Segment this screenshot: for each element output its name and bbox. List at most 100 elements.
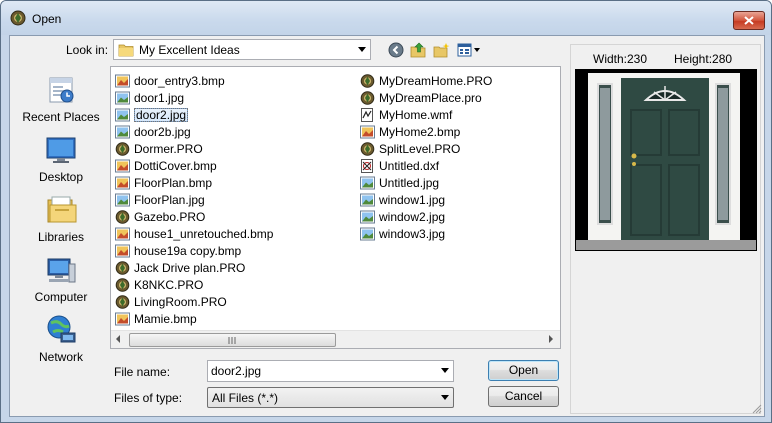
close-icon [744, 16, 754, 25]
jpg-file-icon [115, 91, 130, 105]
file-item[interactable]: Untitled.dxf [358, 158, 492, 175]
jpg-file-icon [360, 227, 375, 241]
close-button[interactable] [733, 11, 765, 30]
look-in-dropdown[interactable]: My Excellent Ideas [113, 39, 371, 60]
place-label: Desktop [38, 170, 84, 184]
app-icon [10, 10, 26, 26]
place-label: Libraries [37, 230, 85, 244]
file-item[interactable]: FloorPlan.jpg [113, 192, 273, 209]
horizontal-scrollbar[interactable] [111, 330, 560, 348]
pro-file-icon [115, 278, 130, 292]
window-title: Open [32, 12, 62, 26]
file-name: window1.jpg [379, 193, 446, 207]
file-name: MyHome.wmf [379, 108, 453, 122]
file-name: MyDreamHome.PRO [379, 74, 493, 88]
file-name: window3.jpg [379, 227, 446, 241]
scroll-right-icon[interactable] [549, 335, 553, 343]
file-item[interactable]: SplitLevel.PRO [358, 141, 492, 158]
file-item[interactable]: K8NKC.PRO [113, 277, 273, 294]
file-name: K8NKC.PRO [134, 278, 204, 292]
new-folder-icon [433, 42, 449, 57]
file-item[interactable]: Untitled.jpg [358, 175, 492, 192]
place-computer[interactable]: Computer [13, 252, 109, 308]
bmp-file-icon [115, 227, 130, 241]
scroll-left-icon[interactable] [116, 335, 120, 343]
file-name: Jack Drive plan.PRO [134, 261, 246, 275]
grip-icon [228, 336, 236, 344]
file-list[interactable]: door_entry3.bmp door1.jpg door2.jpg door2b.… [110, 66, 561, 349]
preview-height: Height:280 [674, 52, 733, 66]
file-name: MyDreamPlace.pro [379, 91, 482, 105]
file-name: Gazebo.PRO [134, 210, 206, 224]
title-bar[interactable]: Open [1, 1, 771, 35]
place-network[interactable]: Network [13, 312, 109, 368]
chevron-down-icon[interactable] [441, 395, 449, 400]
file-name: FloorPlan.jpg [134, 193, 205, 207]
file-name: Mamie.bmp [134, 312, 197, 326]
file-item[interactable]: Gazebo.PRO [113, 209, 273, 226]
file-item[interactable]: door1.jpg [113, 90, 273, 107]
dialog-body: Look in: My Excellent Ideas Recent Place… [9, 35, 765, 417]
file-type-label: Files of type: [114, 391, 183, 405]
pro-file-icon [115, 261, 130, 275]
file-name: window2.jpg [379, 210, 446, 224]
file-name: Dormer.PRO [134, 142, 203, 156]
file-item[interactable]: house19a copy.bmp [113, 243, 273, 260]
file-item[interactable]: window3.jpg [358, 226, 492, 243]
file-name: door2.jpg [134, 108, 189, 122]
file-item[interactable]: house1_unretouched.bmp [113, 226, 273, 243]
file-column-1: door_entry3.bmp door1.jpg door2.jpg door2b.… [113, 73, 273, 328]
desktop-icon [46, 137, 76, 163]
file-item[interactable]: FloorPlan.bmp [113, 175, 273, 192]
file-name-input[interactable]: door2.jpg [207, 360, 454, 382]
file-name: door1.jpg [134, 91, 185, 105]
place-libraries[interactable]: Libraries [13, 192, 109, 248]
chevron-down-icon[interactable] [358, 47, 366, 52]
file-item[interactable]: window2.jpg [358, 209, 492, 226]
file-item[interactable]: MyDreamPlace.pro [358, 90, 492, 107]
file-item[interactable]: door2.jpg [113, 107, 273, 124]
file-name: door_entry3.bmp [134, 74, 225, 88]
bmp-file-icon [360, 125, 375, 139]
up-folder-icon [410, 42, 425, 57]
file-item[interactable]: door_entry3.bmp [113, 73, 273, 90]
open-button[interactable]: Open [488, 360, 559, 381]
file-name-value[interactable]: door2.jpg [211, 364, 261, 378]
preview-panel: Width:230 Height:280 [570, 44, 761, 414]
jpg-file-icon [360, 210, 375, 224]
file-item[interactable]: DottiCover.bmp [113, 158, 273, 175]
folder-icon [118, 44, 134, 57]
view-menu-button[interactable] [456, 41, 482, 58]
file-item[interactable]: LivingRoom.PRO [113, 294, 273, 311]
jpg-file-icon [360, 193, 375, 207]
file-item[interactable]: MyHome2.bmp [358, 124, 492, 141]
pro-file-icon [360, 142, 375, 156]
file-name: Untitled.jpg [379, 176, 440, 190]
chevron-down-icon[interactable] [441, 368, 449, 373]
file-item[interactable]: Dormer.PRO [113, 141, 273, 158]
up-folder-button[interactable] [409, 41, 427, 58]
file-type-dropdown[interactable]: All Files (*.*) [207, 387, 454, 408]
pro-file-icon [115, 295, 130, 309]
file-name: LivingRoom.PRO [134, 295, 227, 309]
file-name: Untitled.dxf [379, 159, 440, 173]
jpg-file-icon [115, 125, 130, 139]
bmp-file-icon [115, 159, 130, 173]
place-desktop[interactable]: Desktop [13, 132, 109, 188]
new-folder-button[interactable] [432, 41, 450, 58]
place-recent-places[interactable]: Recent Places [13, 72, 109, 128]
file-item[interactable]: door2b.jpg [113, 124, 273, 141]
file-item[interactable]: Jack Drive plan.PRO [113, 260, 273, 277]
cancel-button[interactable]: Cancel [488, 386, 559, 407]
file-item[interactable]: MyHome.wmf [358, 107, 492, 124]
file-name: MyHome2.bmp [379, 125, 461, 139]
file-item[interactable]: MyDreamHome.PRO [358, 73, 492, 90]
back-button[interactable] [387, 41, 405, 58]
file-item[interactable]: window1.jpg [358, 192, 492, 209]
libraries-icon [47, 196, 77, 223]
file-item[interactable]: Mamie.bmp [113, 311, 273, 328]
scrollbar-thumb[interactable] [129, 333, 336, 347]
bmp-file-icon [115, 74, 130, 88]
wmf-file-icon [361, 108, 373, 122]
resize-grip-icon[interactable] [752, 404, 762, 414]
